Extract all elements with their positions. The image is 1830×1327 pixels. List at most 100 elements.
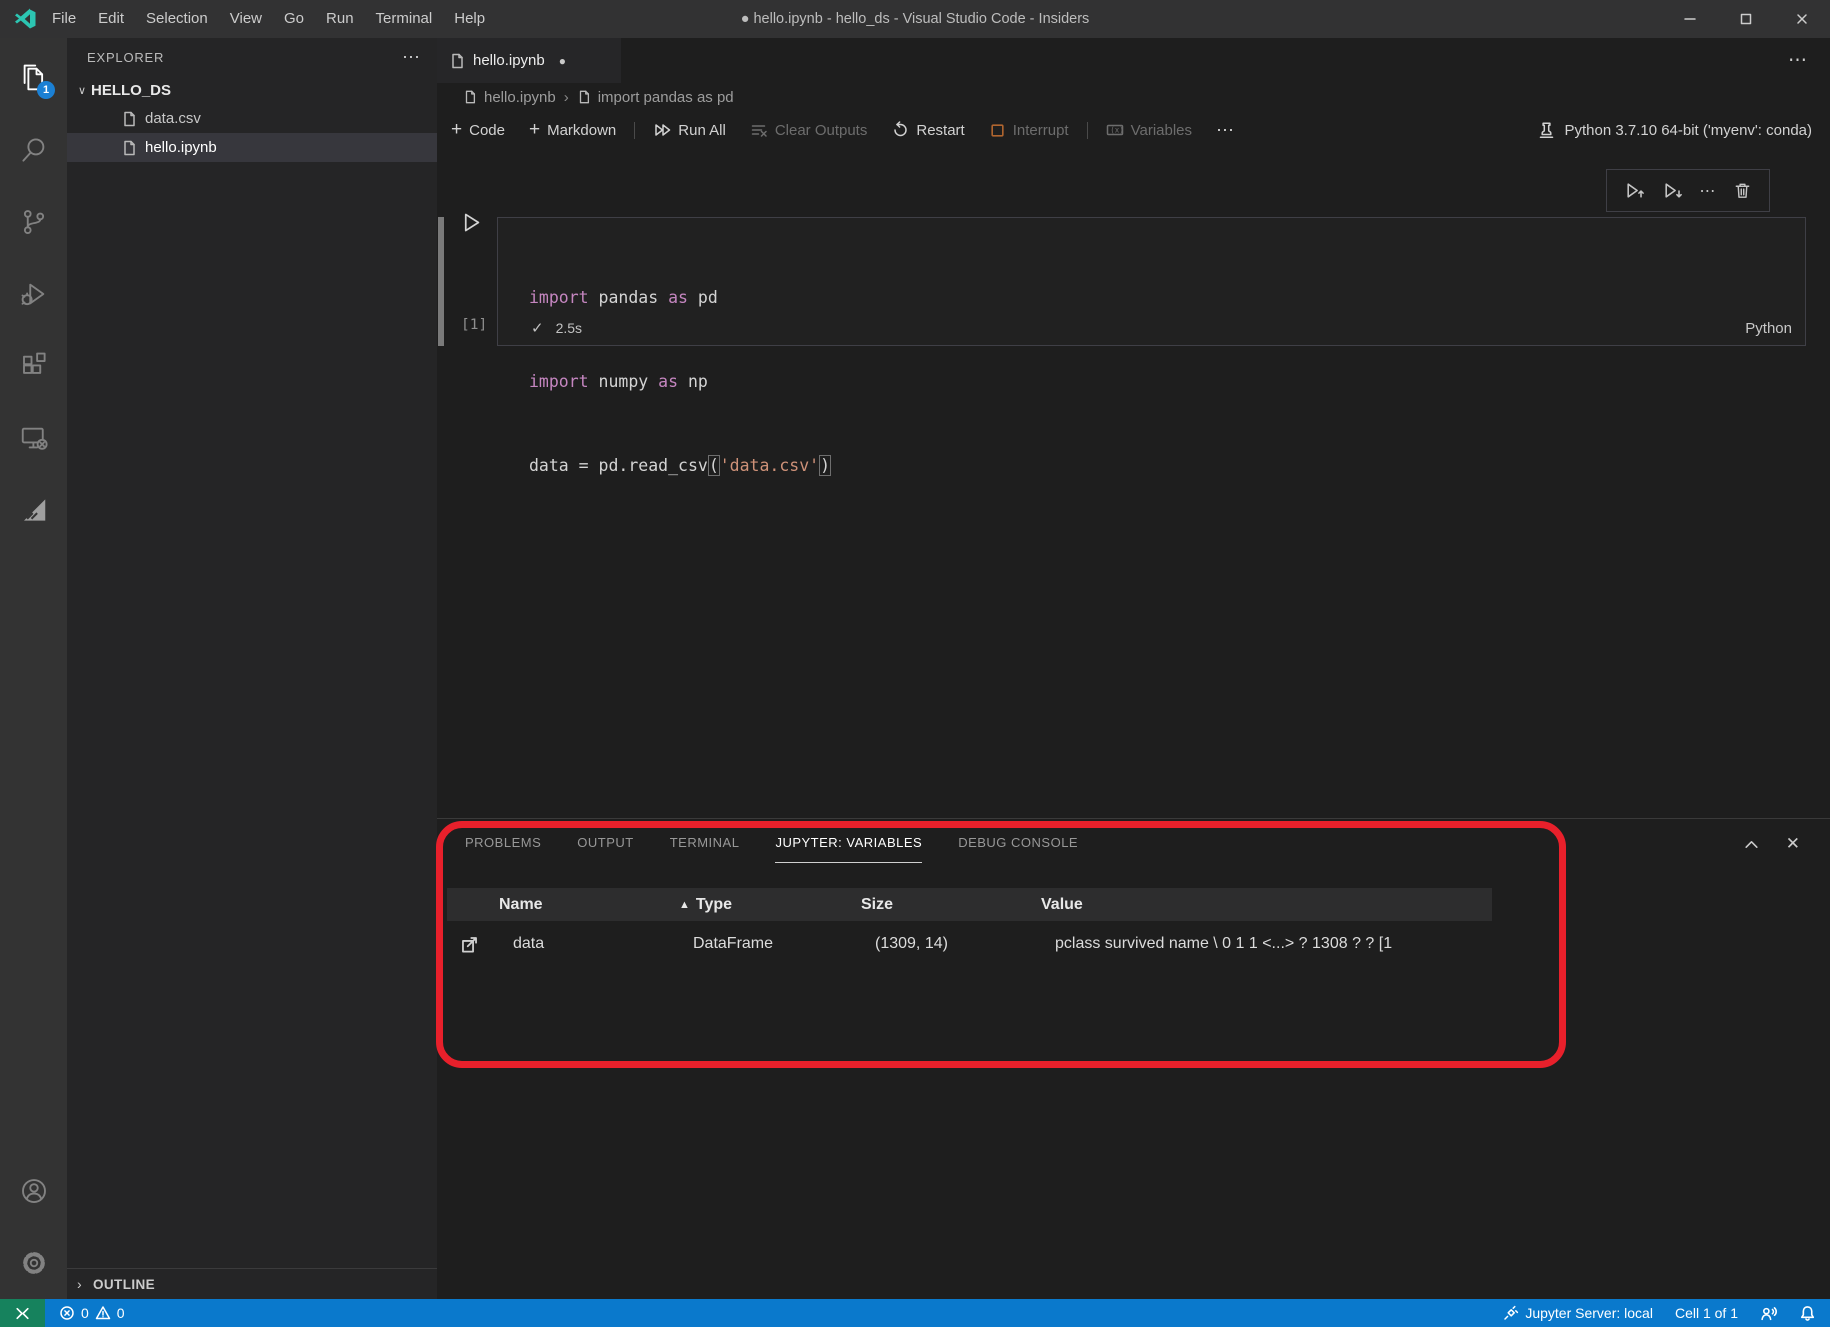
title-bar: File Edit Selection View Go Run Terminal… [0,0,1830,38]
sidebar-header: EXPLORER ⋯ [67,38,437,76]
jupyter-server-status[interactable]: Jupyter Server: local [1503,1305,1653,1321]
menu-file[interactable]: File [41,0,87,38]
code-line: import pandas as pd [529,284,1805,312]
sort-ascending-icon: ▲ [679,899,690,911]
interrupt-label: Interrupt [1013,122,1069,139]
cell-focus-bar[interactable] [438,217,444,346]
account-icon[interactable] [0,1155,67,1227]
sidebar-more-actions[interactable]: ⋯ [402,47,421,68]
search-icon[interactable] [0,114,67,186]
file-icon [577,90,591,104]
notifications-bell-icon[interactable] [1799,1305,1816,1322]
code-cell[interactable]: import pandas as pd import numpy as np d… [497,217,1806,346]
toolbar-more-actions[interactable]: ⋯ [1216,120,1235,141]
bottom-panel: PROBLEMS OUTPUT TERMINAL JUPYTER: VARIAB… [437,818,1830,1299]
tab-hello-ipynb[interactable]: hello.ipynb ● [437,38,621,83]
menu-view[interactable]: View [219,0,273,38]
add-code-cell-button[interactable]: + Code [451,122,505,139]
editor-more-actions[interactable]: ⋯ [1788,38,1808,83]
restart-icon [891,121,909,139]
file-row-data-csv[interactable]: data.csv [67,104,437,133]
minimize-button[interactable] [1662,0,1718,38]
variable-size: (1309, 14) [853,935,1033,953]
cell-more-actions[interactable]: ⋯ [1699,181,1716,201]
file-row-hello-ipynb[interactable]: hello.ipynb [67,133,437,162]
file-label: data.csv [145,110,201,127]
interpreter-icon [1535,120,1555,140]
maximize-button[interactable] [1718,0,1774,38]
extensions-icon[interactable] [0,330,67,402]
cell-language-picker[interactable]: Python [1745,320,1792,337]
maximize-panel-icon[interactable] [1743,836,1760,853]
column-header-size[interactable]: Size [853,896,1033,914]
cell-position-indicator[interactable]: Cell 1 of 1 [1675,1305,1738,1321]
menu-help[interactable]: Help [443,0,496,38]
custom-extension-icon[interactable] [0,474,67,546]
outline-section-header[interactable]: › OUTLINE [67,1268,437,1299]
tab-debug-console[interactable]: DEBUG CONSOLE [958,835,1078,863]
feedback-icon[interactable] [1760,1305,1777,1322]
tab-output[interactable]: OUTPUT [577,835,633,863]
menu-selection[interactable]: Selection [135,0,219,38]
breadcrumb-file[interactable]: hello.ipynb [463,89,556,106]
run-cell-and-below-icon[interactable] [1662,180,1683,201]
warning-count: 0 [117,1305,125,1321]
close-window-button[interactable] [1774,0,1830,38]
explorer-sidebar: EXPLORER ⋯ ∨ HELLO_DS data.csv hello.ipy… [67,38,437,1299]
run-cell-button[interactable] [460,211,483,234]
variables-label: Variables [1131,122,1192,139]
error-count: 0 [81,1305,89,1321]
explorer-badge: 1 [37,81,55,99]
warning-icon [95,1305,111,1321]
delete-cell-icon[interactable] [1733,181,1752,200]
interrupt-kernel-button[interactable]: Interrupt [989,122,1069,139]
menu-run[interactable]: Run [315,0,365,38]
panel-actions: ✕ [1743,834,1800,854]
execution-count: [1] [461,317,487,333]
interrupt-square-icon [989,122,1006,139]
run-debug-icon[interactable] [0,258,67,330]
plug-icon [1503,1305,1519,1321]
breadcrumb-symbol-label: import pandas as pd [598,89,734,106]
breadcrumb-symbol[interactable]: import pandas as pd [577,89,734,106]
column-header-name[interactable]: Name [491,896,671,914]
problems-status[interactable]: 0 0 [59,1305,125,1321]
cell-toolbar: ⋯ [1606,169,1770,212]
column-header-type[interactable]: ▲Type [671,896,853,914]
settings-gear-icon[interactable] [0,1227,67,1299]
clear-outputs-label: Clear Outputs [775,122,868,139]
tab-label: hello.ipynb [473,52,545,69]
clear-outputs-button[interactable]: Clear Outputs [750,121,868,139]
add-markdown-cell-button[interactable]: + Markdown [529,122,616,139]
folder-row-hello-ds[interactable]: ∨ HELLO_DS [67,76,437,104]
remote-indicator[interactable] [0,1299,45,1327]
close-panel-icon[interactable]: ✕ [1786,834,1800,854]
remote-explorer-icon[interactable] [0,402,67,474]
dirty-indicator-icon[interactable]: ● [559,54,566,68]
status-bar-right: Jupyter Server: local Cell 1 of 1 [1503,1305,1816,1322]
cell-code-editor[interactable]: import pandas as pd import numpy as np d… [498,218,1805,536]
table-row[interactable]: data DataFrame (1309, 14) pclass survive… [447,921,1492,967]
source-control-icon[interactable] [0,186,67,258]
success-check-icon: ✓ [531,319,544,337]
open-in-data-viewer-icon[interactable] [447,935,491,954]
restart-kernel-button[interactable]: Restart [891,121,964,139]
activity-bar: 1 [0,38,67,1299]
run-cells-above-icon[interactable] [1624,180,1645,201]
add-markdown-label: Markdown [547,122,616,139]
error-icon [59,1305,75,1321]
file-icon [121,111,137,127]
tab-problems[interactable]: PROBLEMS [465,835,541,863]
menu-go[interactable]: Go [273,0,315,38]
tab-terminal[interactable]: TERMINAL [670,835,740,863]
toolbar-separator [634,122,635,139]
explorer-view-icon[interactable]: 1 [0,42,67,114]
variables-button[interactable]: (x) Variables [1106,121,1192,139]
menu-terminal[interactable]: Terminal [365,0,444,38]
run-all-button[interactable]: Run All [653,121,726,139]
kernel-picker[interactable]: Python 3.7.10 64-bit ('myenv': conda) [1535,120,1812,140]
menu-edit[interactable]: Edit [87,0,135,38]
column-header-value[interactable]: Value [1033,896,1492,914]
variables-icon: (x) [1106,121,1124,139]
tab-jupyter-variables[interactable]: JUPYTER: VARIABLES [775,835,922,863]
